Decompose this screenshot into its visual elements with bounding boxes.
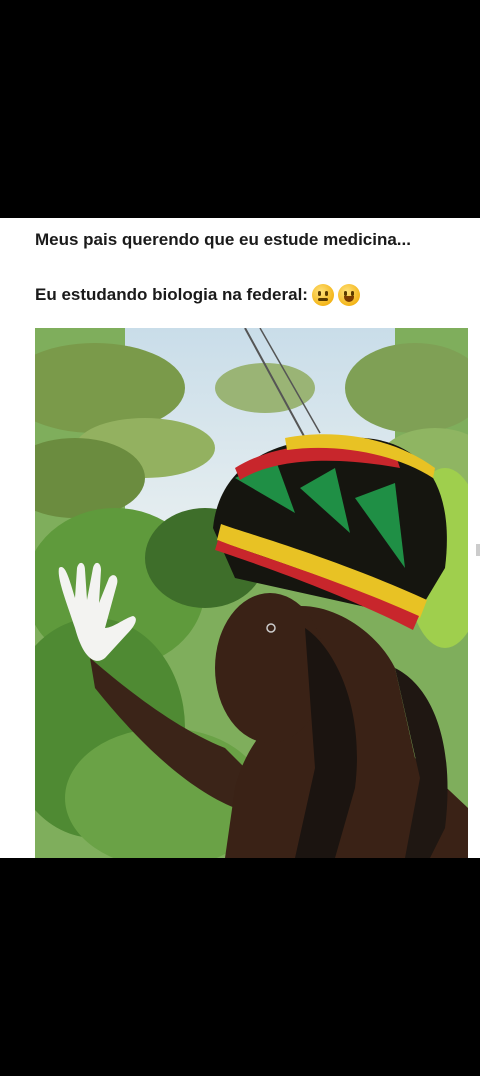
photo-illustration <box>35 328 468 858</box>
bottom-letterbox <box>0 858 480 1076</box>
face-with-raised-eyebrow-icon <box>311 284 334 306</box>
meme-card: Meus pais querendo que eu estude medicin… <box>0 218 480 858</box>
side-edge-marker <box>476 544 480 556</box>
caption-line-1: Meus pais querendo que eu estude medicin… <box>35 230 411 249</box>
caption-line-2-row: Eu estudando biologia na federal: <box>35 284 465 306</box>
caption-line-2: Eu estudando biologia na federal: <box>35 285 308 304</box>
top-letterbox <box>0 0 480 218</box>
meme-photo <box>35 328 468 858</box>
grinning-squinting-face-icon <box>337 284 360 306</box>
